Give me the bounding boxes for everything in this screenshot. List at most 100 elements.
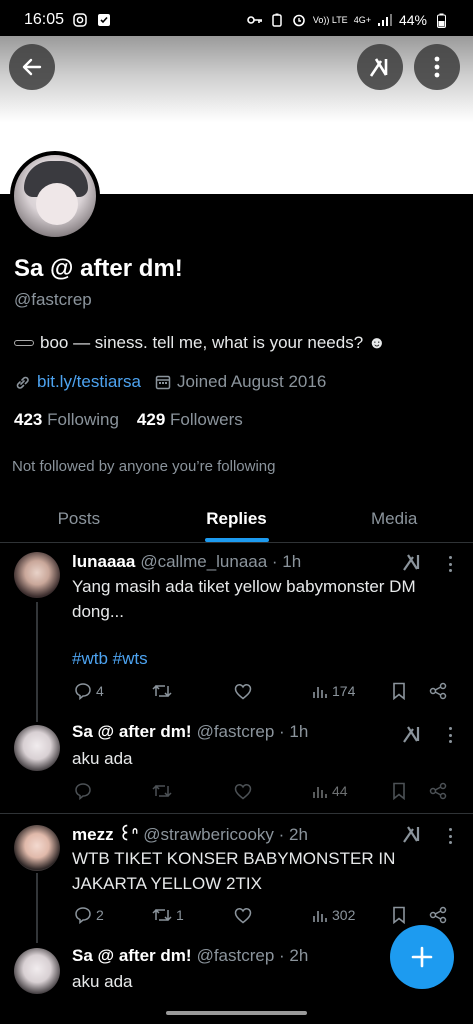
signal-icon xyxy=(377,12,393,28)
followers-count: 429 xyxy=(136,410,166,429)
compose-plus-icon xyxy=(411,946,433,968)
like-button[interactable] xyxy=(234,683,256,700)
share-button[interactable] xyxy=(429,682,447,700)
volte-label: Vo)) LTE xyxy=(312,14,348,25)
reply-button[interactable]: 4 xyxy=(74,682,104,700)
post-text: Yang masih ada tiket yellow babymonster … xyxy=(72,577,416,621)
like-button[interactable] xyxy=(234,907,256,924)
views-icon xyxy=(313,911,327,922)
profile-tabs: Posts Replies Media xyxy=(0,495,473,543)
grok-icon[interactable] xyxy=(402,724,422,744)
repost-button[interactable] xyxy=(152,782,176,800)
thread-line xyxy=(36,602,38,722)
grok-icon[interactable] xyxy=(402,824,422,844)
reply-button[interactable] xyxy=(74,782,96,800)
not-followed-text: Not followed by anyone you’re following xyxy=(12,458,276,475)
more-options-button[interactable] xyxy=(414,44,460,90)
like-button[interactable] xyxy=(234,783,256,800)
follow-stats: 423 Following 429 Followers xyxy=(14,410,243,430)
bookmark-icon xyxy=(393,782,405,800)
post-header: lunaaaa @callme_lunaaa · 1h xyxy=(72,552,301,572)
thread-line xyxy=(36,873,38,943)
repost-button[interactable] xyxy=(152,682,176,700)
post-author-name[interactable]: Sa @ after dm! xyxy=(72,722,192,742)
status-time: 16:05 xyxy=(24,11,65,28)
post-author-name[interactable]: mezz ꒰ᐢ xyxy=(72,823,138,845)
back-button[interactable] xyxy=(9,44,55,90)
following-label: Following xyxy=(47,410,119,429)
bookmark-button[interactable] xyxy=(392,682,406,700)
profile-link[interactable]: bit.ly/testiarsa xyxy=(37,372,141,392)
post-handle-time: @callme_lunaaa · 1h xyxy=(140,552,302,571)
tab-media[interactable]: Media xyxy=(315,495,473,542)
post-author-name[interactable]: lunaaaa xyxy=(72,552,135,572)
reply-button[interactable]: 2 xyxy=(74,906,104,924)
post-hashtags[interactable]: #wtb #wts xyxy=(72,646,462,671)
active-tab-indicator xyxy=(204,538,269,542)
followers-label: Followers xyxy=(170,410,243,429)
reply-count: 4 xyxy=(96,683,104,699)
share-icon xyxy=(429,906,447,924)
repost-button[interactable]: 1 xyxy=(152,906,184,924)
following-count: 423 xyxy=(14,410,43,429)
grok-icon[interactable] xyxy=(402,552,422,572)
post-handle-time: @fastcrep · 1h xyxy=(196,722,309,741)
views-button[interactable]: 174 xyxy=(312,683,355,699)
bio-text: boo — siness. tell me, what is your need… xyxy=(40,333,386,352)
calendar-icon xyxy=(155,375,171,390)
link-icon xyxy=(16,376,29,389)
following-link[interactable]: 423 Following xyxy=(14,410,119,430)
status-bar: 16:05 Vo)) LTE 4G+ 44% xyxy=(0,0,473,40)
grok-button[interactable] xyxy=(357,44,403,90)
post-actions: 2 1 302 xyxy=(72,904,457,926)
back-arrow-icon xyxy=(22,58,42,76)
post-handle-time: @fastcrep · 2h xyxy=(196,946,309,965)
post-more-icon[interactable] xyxy=(444,826,456,846)
profile-display-name: Sa @ after dm! xyxy=(14,255,183,282)
alarm-icon xyxy=(291,12,307,28)
check-notification-icon xyxy=(96,12,112,28)
tab-replies[interactable]: Replies xyxy=(158,495,316,542)
post-author-name[interactable]: Sa @ after dm! xyxy=(72,946,192,966)
compose-post-button[interactable] xyxy=(390,925,454,989)
instagram-notification-icon xyxy=(72,12,88,28)
reply-icon xyxy=(75,783,91,800)
repost-icon xyxy=(152,784,172,798)
avatar[interactable] xyxy=(14,825,60,871)
like-icon xyxy=(234,783,252,799)
views-icon xyxy=(313,687,327,698)
post-text: WTB TIKET KONSER BABYMONSTER IN JAKARTA … xyxy=(72,849,396,893)
post-more-icon[interactable] xyxy=(444,725,456,745)
profile-meta: bit.ly/testiarsa Joined August 2016 xyxy=(14,372,326,392)
post-more-icon[interactable] xyxy=(444,554,456,574)
more-vertical-icon xyxy=(434,56,440,78)
bio-emoji xyxy=(14,340,34,346)
post-text: aku ada xyxy=(72,749,133,768)
avatar[interactable] xyxy=(14,552,60,598)
repost-icon xyxy=(152,908,172,922)
share-icon xyxy=(429,782,447,800)
post-actions: 4 174 xyxy=(72,680,457,702)
tab-label: Replies xyxy=(206,508,267,528)
repost-count: 1 xyxy=(176,907,184,923)
home-indicator[interactable] xyxy=(166,1011,307,1015)
views-button[interactable]: 44 xyxy=(312,783,348,799)
network-label: 4G+ xyxy=(353,15,371,25)
like-icon xyxy=(234,907,252,923)
share-icon xyxy=(429,682,447,700)
grok-icon xyxy=(369,58,388,77)
avatar[interactable] xyxy=(14,725,60,771)
followers-link[interactable]: 429 Followers xyxy=(137,410,243,430)
bookmark-button[interactable] xyxy=(392,906,406,924)
avatar[interactable] xyxy=(14,948,60,994)
tab-posts[interactable]: Posts xyxy=(0,495,158,542)
views-icon xyxy=(313,787,327,798)
profile-avatar[interactable] xyxy=(10,151,100,241)
bookmark-button[interactable] xyxy=(392,782,406,800)
share-button[interactable] xyxy=(429,782,447,800)
views-button[interactable]: 302 xyxy=(312,907,355,923)
battery-percent: 44% xyxy=(398,12,427,28)
post-header: Sa @ after dm! @fastcrep · 1h xyxy=(72,722,308,742)
share-button[interactable] xyxy=(429,906,447,924)
post-header: Sa @ after dm! @fastcrep · 2h xyxy=(72,946,308,966)
